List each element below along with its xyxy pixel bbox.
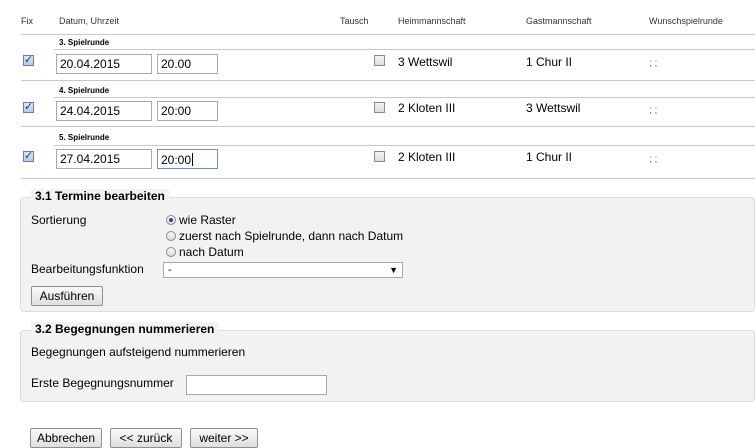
date-input[interactable]: 24.04.2015 [56,101,152,121]
header-datum: Datum, Uhrzeit [59,16,120,26]
home-team: 2 Kloten III [398,150,456,164]
first-number-input[interactable] [186,375,327,395]
time-value: 20:00 [161,153,192,167]
away-team: 3 Wettswil [526,101,581,115]
tausch-checkbox[interactable] [374,55,385,66]
home-team: 3 Wettswil [398,55,453,69]
header-divider [21,34,755,35]
fix-checkbox[interactable] [23,100,34,113]
home-team: 2 Kloten III [398,101,456,115]
away-team: 1 Chur II [526,55,573,69]
function-label: Bearbeitungsfunktion [31,262,144,276]
sort-option-label[interactable]: wie Raster [179,213,236,227]
back-button[interactable]: << zurück [110,428,182,448]
date-input[interactable]: 20.04.2015 [56,54,152,74]
round-label: 3. Spielrunde [59,38,110,47]
sort-radio-spielrunde[interactable] [166,231,176,241]
round-divider [54,97,755,98]
chevron-down-icon: ▼ [389,265,398,275]
row-divider [21,80,755,81]
time-input[interactable]: 20.00 [157,54,218,74]
header-wunschspielrunde: Wunschspielrunde [649,16,723,26]
legend-begegnungen-nummerieren: 3.2 Begegnungen nummerieren [31,322,219,336]
round-divider [54,145,755,146]
first-number-label: Erste Begegnungsnummer [31,376,174,390]
round-label: 4. Spielrunde [59,86,110,95]
tausch-checkbox[interactable] [374,102,385,113]
round-label: 5. Spielrunde [59,133,110,142]
header-gastmannschaft: Gastmannschaft [526,16,592,26]
time-input[interactable]: 20:00 [157,101,218,121]
sort-radio-raster[interactable] [166,215,176,225]
round-divider [54,49,755,50]
cancel-button[interactable]: Abbrechen [30,428,102,448]
fix-checkbox[interactable] [23,53,34,66]
sort-radio-datum[interactable] [166,247,176,257]
panel-termine-bearbeiten [20,197,755,312]
function-select[interactable]: - ▼ [163,262,403,278]
wish-round: ; ; [649,105,658,116]
header-tausch: Tausch [340,16,369,26]
header-heimmannschaft: Heimmannschaft [398,16,466,26]
date-input[interactable]: 27.04.2015 [56,149,152,169]
row-divider [21,178,755,179]
row-divider [21,126,755,127]
sort-option-label[interactable]: nach Datum [179,245,244,259]
away-team: 1 Chur II [526,150,573,164]
legend-termine-bearbeiten: 3.1 Termine bearbeiten [31,189,169,203]
text-cursor [192,153,194,166]
wish-round: ; ; [649,154,658,165]
next-button[interactable]: weiter >> [190,428,258,448]
tausch-checkbox[interactable] [374,151,385,162]
numbering-description: Begegnungen aufsteigend nummerieren [31,345,246,359]
sort-label: Sortierung [31,213,87,227]
sort-option-label[interactable]: zuerst nach Spielrunde, dann nach Datum [179,229,403,243]
ausfuehren-button[interactable]: Ausführen [31,286,103,306]
header-fix: Fix [21,16,33,26]
panel-begegnungen-nummerieren [20,330,755,402]
wish-round: ; ; [649,58,658,69]
fix-checkbox[interactable] [23,149,34,162]
function-select-value: - [168,264,172,276]
time-input-focused[interactable]: 20:00 [157,149,218,169]
